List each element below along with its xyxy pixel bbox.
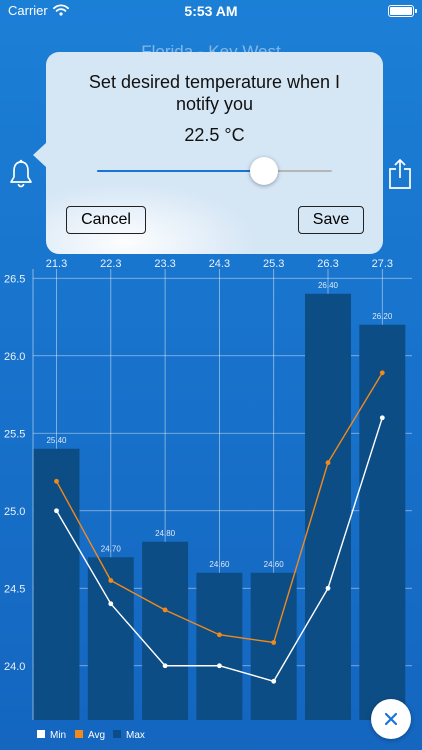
bar-data-label: 24.60	[264, 560, 285, 569]
x-tick-label: 21.3	[46, 258, 67, 270]
avg-point	[108, 578, 114, 583]
bar-max	[33, 448, 80, 720]
bar-max	[196, 572, 243, 720]
bar-data-label: 24.80	[155, 529, 176, 538]
x-tick-label: 25.3	[263, 258, 284, 270]
bar-max	[305, 293, 351, 720]
save-button[interactable]: Save	[298, 206, 364, 234]
x-tick-label: 23.3	[154, 258, 175, 270]
chart-canvas: 24.0 24.5 25.0 25.5 26.0 26.5 21.3 22.3 23.3 24.3…	[4, 258, 412, 741]
y-tick-label: 25.0	[4, 506, 25, 518]
bar-data-label: 26.40	[318, 281, 339, 290]
legend-label: Max	[126, 730, 145, 741]
slider-thumb[interactable]	[249, 157, 278, 185]
temperature-slider[interactable]	[97, 156, 332, 186]
avg-point	[271, 640, 277, 645]
x-tick-label: 22.3	[100, 258, 121, 270]
bell-icon[interactable]	[8, 158, 34, 190]
cancel-button[interactable]: Cancel	[66, 206, 146, 234]
bar-data-label: 24.60	[209, 560, 230, 569]
battery-icon	[388, 5, 417, 17]
x-tick-label: 27.3	[372, 258, 393, 270]
y-tick-label: 26.0	[4, 351, 25, 363]
legend-label: Min	[50, 730, 66, 741]
slider-fill	[97, 170, 264, 172]
bar-max	[142, 541, 189, 720]
x-tick-label: 26.3	[317, 258, 338, 270]
min-point	[379, 415, 385, 421]
legend-label: Avg	[88, 730, 105, 741]
avg-point	[379, 370, 385, 376]
temperature-popover: Set desired temperature when I notify yo…	[46, 52, 383, 254]
status-bar: Carrier 5:53 AM	[0, 0, 422, 22]
avg-point	[54, 478, 59, 484]
x-tick-label: 24.3	[209, 258, 230, 270]
temperature-chart: 24.0 24.5 25.0 25.5 26.0 26.5 21.3 22.3 23.3 24.3…	[0, 255, 422, 750]
min-point	[54, 508, 59, 514]
close-icon	[384, 712, 398, 726]
y-tick-label: 25.5	[4, 428, 25, 440]
legend-swatch	[75, 730, 83, 738]
min-point	[217, 663, 222, 669]
min-point	[108, 601, 114, 607]
close-button[interactable]	[371, 699, 411, 739]
temperature-value: 22.5 °C	[184, 125, 245, 145]
avg-point	[162, 607, 168, 613]
avg-point	[217, 632, 222, 638]
y-tick-label: 24.0	[4, 661, 25, 673]
min-point	[162, 663, 168, 669]
bar-max	[250, 572, 297, 720]
status-time: 5:53 AM	[184, 3, 238, 19]
y-tick-label: 24.5	[4, 583, 25, 595]
bar-data-label: 24.70	[101, 544, 122, 553]
avg-point	[325, 460, 331, 466]
bar-data-label: 26.20	[372, 312, 393, 321]
legend-swatch	[37, 730, 45, 738]
bar-max	[359, 324, 406, 720]
min-point	[271, 678, 277, 684]
min-point	[325, 585, 331, 591]
legend-swatch	[113, 730, 121, 738]
bar-data-label: 25.40	[46, 436, 67, 445]
popover-message: Set desired temperature when I notify yo…	[88, 72, 341, 114]
share-icon[interactable]	[388, 158, 412, 190]
popover-arrow	[33, 143, 46, 167]
y-tick-label: 26.5	[4, 273, 25, 285]
